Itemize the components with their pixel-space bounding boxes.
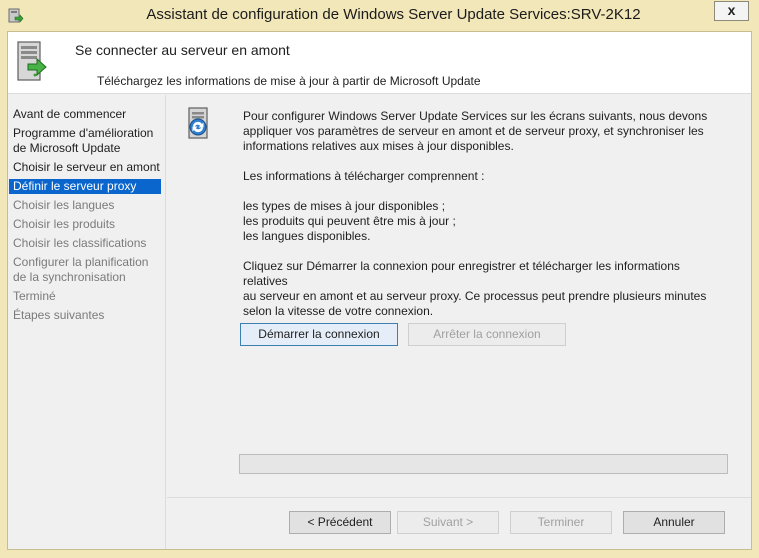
instruction-line-1: Cliquez sur Démarrer la connexion pour e… xyxy=(243,259,680,288)
sync-progress-bar xyxy=(239,454,728,474)
step-etapes-suivantes: Étapes suivantes xyxy=(13,308,105,322)
intro-line-1: Pour configurer Windows Server Update Se… xyxy=(243,109,708,123)
step-programme-amelioration[interactable]: Programme d'amélioration de Microsoft Up… xyxy=(9,126,161,156)
step-termine: Terminé xyxy=(13,289,56,303)
download-item-languages: les langues disponibles. xyxy=(243,229,371,243)
server-sync-icon xyxy=(188,107,208,139)
finish-button[interactable]: Terminer xyxy=(510,511,612,534)
page-subtitle: Téléchargez les informations de mise à j… xyxy=(97,74,481,88)
cancel-button[interactable]: Annuler xyxy=(623,511,725,534)
step-choisir-classifications: Choisir les classifications xyxy=(13,236,147,250)
next-button[interactable]: Suivant > xyxy=(397,511,499,534)
download-item-update-types: les types de mises à jour disponibles ; xyxy=(243,199,446,213)
server-update-icon xyxy=(17,41,47,81)
instruction-text: Cliquez sur Démarrer la connexion pour e… xyxy=(243,259,713,319)
step-choisir-langues: Choisir les langues xyxy=(13,198,115,212)
wizard-header: Se connecter au serveur en amont Télécha… xyxy=(8,32,751,94)
wizard-steps-sidebar: Avant de commencer Programme d'améliorat… xyxy=(8,95,166,549)
dialog-client: Se connecter au serveur en amont Télécha… xyxy=(7,31,752,550)
download-list: les types de mises à jour disponibles ; … xyxy=(243,199,713,244)
title-bar[interactable]: Assistant de configuration de Windows Se… xyxy=(0,0,759,31)
start-connection-button[interactable]: Démarrer la connexion xyxy=(240,323,398,346)
step-avant-de-commencer[interactable]: Avant de commencer xyxy=(9,107,161,122)
download-heading: Les informations à télécharger comprenne… xyxy=(243,169,485,183)
step-choisir-serveur-amont[interactable]: Choisir le serveur en amont xyxy=(9,160,161,175)
close-button[interactable]: x xyxy=(714,1,749,21)
footer-separator xyxy=(167,497,751,498)
wizard-content: Pour configurer Windows Server Update Se… xyxy=(167,95,751,549)
step-choisir-produits: Choisir les produits xyxy=(13,217,116,231)
download-item-products: les produits qui peuvent être mis à jour… xyxy=(243,214,456,228)
wizard-window: Assistant de configuration de Windows Se… xyxy=(0,0,759,558)
intro-line-2: appliquer vos paramètres de serveur en a… xyxy=(243,124,704,138)
intro-text: Pour configurer Windows Server Update Se… xyxy=(243,109,713,154)
page-title: Se connecter au serveur en amont xyxy=(75,42,290,58)
intro-line-3: informations relatives aux mises à jour … xyxy=(243,139,514,153)
previous-button[interactable]: < Précédent xyxy=(289,511,391,534)
step-definir-serveur-proxy[interactable]: Définir le serveur proxy xyxy=(9,179,161,194)
step-configurer-planification: Configurer la planification de la synchr… xyxy=(13,255,149,284)
instruction-line-3: selon la vitesse de votre connexion. xyxy=(243,304,434,318)
stop-connection-button[interactable]: Arrêter la connexion xyxy=(408,323,566,346)
window-title: Assistant de configuration de Windows Se… xyxy=(146,6,641,23)
instruction-line-2: au serveur en amont et au serveur proxy.… xyxy=(243,289,707,303)
